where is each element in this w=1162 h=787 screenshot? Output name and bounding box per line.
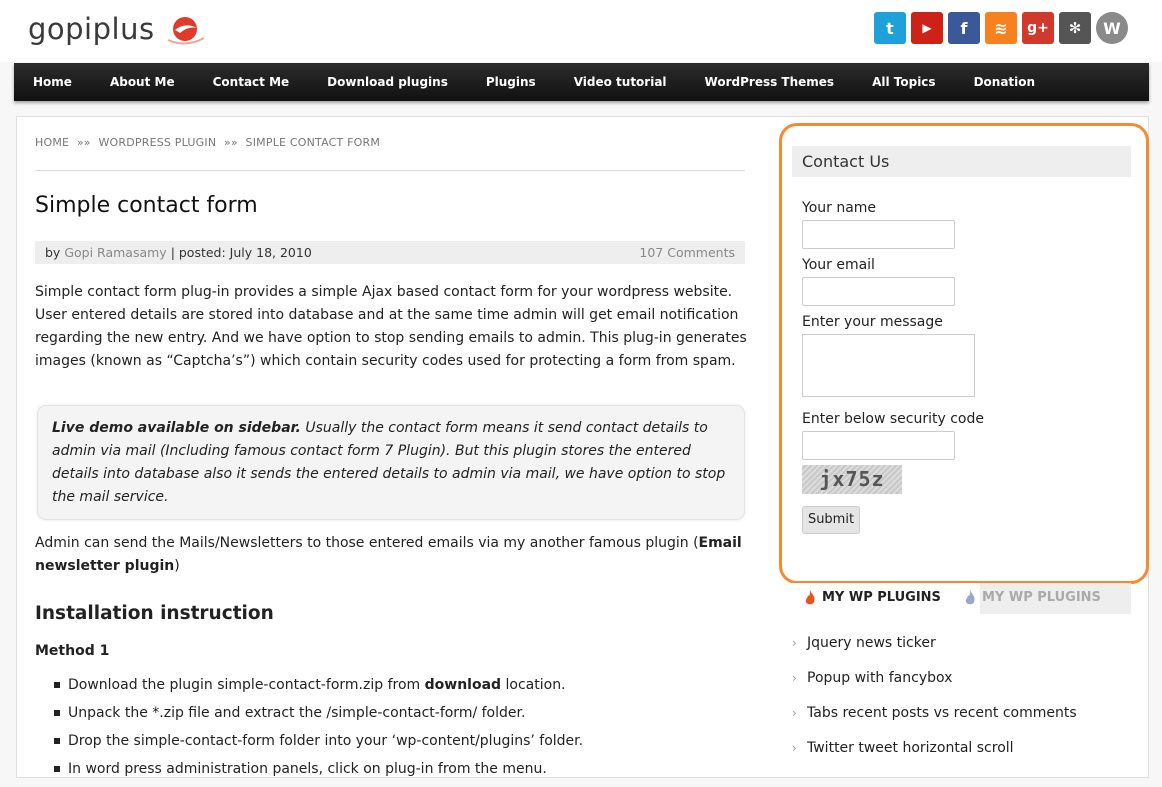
demo-note-bold: Live demo available on sidebar. [52, 420, 301, 436]
page-title: Simple contact form [35, 193, 258, 218]
joomla-icon[interactable]: ✻ [1059, 12, 1091, 44]
captcha-image: jx75z [802, 465, 902, 494]
download-link[interactable]: download [425, 677, 501, 693]
newsletter-pre: Admin can send the Mails/Newsletters to … [35, 535, 699, 551]
tab-my-wp-plugins-alt[interactable]: MY WP PLUGINS [952, 583, 1101, 614]
method-heading: Method 1 [35, 643, 110, 659]
plugin-link[interactable]: Tabs recent posts vs recent comments [792, 703, 1077, 738]
site-header: gopiplus t ▶ f ≋ g+ ✻ W [0, 0, 1162, 62]
tab-label: MY WP PLUGINS [982, 590, 1101, 605]
demo-note-box: Live demo available on sidebar. Usually … [37, 405, 745, 520]
step-text: Unpack the *.zip file and extract the /s… [68, 705, 526, 721]
post-meta-left: by Gopi Ramasamy | posted: July 18, 2010 [45, 241, 312, 264]
submit-button[interactable]: Submit [802, 506, 860, 534]
nav-item-contact-me[interactable]: Contact Me [194, 75, 309, 89]
facebook-icon[interactable]: f [948, 12, 980, 44]
logo-swoosh-icon [167, 17, 205, 45]
newsletter-post: ) [174, 558, 180, 574]
plugins-tabs: MY WP PLUGINS MY WP PLUGINS [792, 583, 1131, 614]
message-textarea[interactable] [802, 334, 975, 397]
flame-icon [805, 590, 815, 605]
breadcrumb: HOME »» WORDPRESS PLUGIN »» SIMPLE CONTA… [35, 136, 384, 149]
main-nav: Home About Me Contact Me Download plugin… [14, 63, 1149, 101]
breadcrumb-section[interactable]: WORDPRESS PLUGIN [98, 136, 216, 149]
divider [35, 170, 745, 171]
twitter-icon[interactable]: t [874, 12, 906, 44]
nav-item-home[interactable]: Home [14, 75, 91, 89]
email-input[interactable] [802, 277, 955, 306]
nav-item-all-topics[interactable]: All Topics [853, 75, 955, 89]
breadcrumb-home[interactable]: HOME [35, 136, 69, 149]
nav-item-video-tutorial[interactable]: Video tutorial [555, 75, 686, 89]
author-link[interactable]: Gopi Ramasamy [64, 245, 166, 260]
posted-date: | posted: July 18, 2010 [170, 245, 312, 260]
list-item: In word press administration panels, cli… [50, 759, 583, 787]
nav-item-download-plugins[interactable]: Download plugins [308, 75, 467, 89]
name-input[interactable] [802, 220, 955, 249]
plugin-link[interactable]: Popup with fancybox [792, 668, 1077, 703]
install-steps: Download the plugin simple-contact-form.… [50, 675, 583, 787]
message-label: Enter your message [802, 314, 943, 330]
wordpress-icon[interactable]: W [1096, 12, 1128, 44]
comments-link[interactable]: 107 Comments [639, 241, 735, 264]
newsletter-paragraph: Admin can send the Mails/Newsletters to … [35, 532, 750, 578]
security-code-label: Enter below security code [802, 411, 984, 427]
nav-item-donation[interactable]: Donation [955, 75, 1054, 89]
contact-widget-title: Contact Us [792, 146, 1131, 177]
nav-item-wordpress-themes[interactable]: WordPress Themes [686, 75, 854, 89]
step-text: Download the plugin simple-contact-form.… [68, 677, 425, 693]
list-item: Unpack the *.zip file and extract the /s… [50, 703, 583, 731]
plugin-list: Jquery news ticker Popup with fancybox T… [792, 633, 1077, 773]
nav-item-about-me[interactable]: About Me [91, 75, 194, 89]
youtube-icon[interactable]: ▶ [911, 12, 943, 44]
flame-icon [965, 590, 975, 605]
list-item: Download the plugin simple-contact-form.… [50, 675, 583, 703]
security-code-input[interactable] [802, 431, 955, 460]
tab-label: MY WP PLUGINS [822, 590, 941, 605]
google-plus-icon[interactable]: g+ [1022, 12, 1054, 44]
breadcrumb-current: SIMPLE CONTACT FORM [245, 136, 381, 149]
social-icons: t ▶ f ≋ g+ ✻ W [874, 12, 1128, 44]
name-label: Your name [802, 200, 877, 216]
contact-widget-title-text: Contact Us [802, 152, 890, 171]
site-logo[interactable]: gopiplus [28, 12, 155, 46]
nav-item-plugins[interactable]: Plugins [467, 75, 555, 89]
breadcrumb-separator: »» [76, 136, 91, 149]
rss-icon[interactable]: ≋ [985, 12, 1017, 44]
breadcrumb-separator: »» [223, 136, 238, 149]
step-text: In word press administration panels, cli… [68, 761, 547, 777]
email-label: Your email [802, 257, 875, 273]
step-text: location. [501, 677, 566, 693]
install-heading: Installation instruction [35, 603, 274, 624]
list-item: Drop the simple-contact-form folder into… [50, 731, 583, 759]
plugin-link[interactable]: Jquery news ticker [792, 633, 1077, 668]
post-meta: by Gopi Ramasamy | posted: July 18, 2010… [35, 241, 745, 264]
step-text: Drop the simple-contact-form folder into… [68, 733, 584, 749]
meta-by: by [45, 245, 61, 260]
demo-note-text: Live demo available on sidebar. Usually … [38, 406, 744, 509]
intro-paragraph: Simple contact form plug-in provides a s… [35, 284, 747, 369]
